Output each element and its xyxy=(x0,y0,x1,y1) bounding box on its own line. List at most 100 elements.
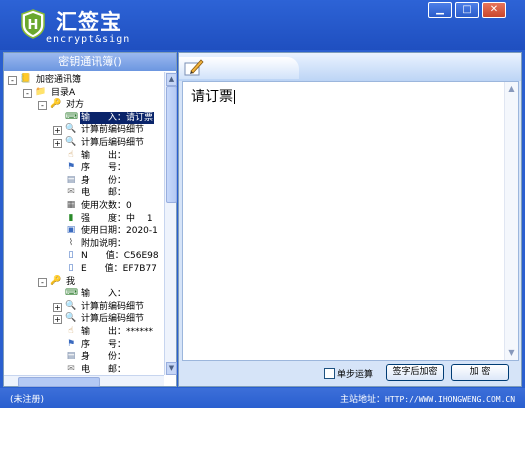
editor-vertical-scrollbar[interactable]: ▲ ▼ xyxy=(504,82,518,360)
magnifier-icon: 🔍 xyxy=(65,313,77,324)
tree-item[interactable]: 🔍 计算前编码细节 xyxy=(65,301,164,313)
encrypt-button[interactable]: 加 密 xyxy=(451,364,509,381)
minimize-button[interactable]: ▁ xyxy=(428,2,452,18)
tree-item-label: 强 度：中 1 xyxy=(81,213,153,224)
expand-toggle[interactable]: + xyxy=(53,302,62,312)
tree-item-label: 计算后编码细节 xyxy=(81,314,145,325)
single-step-label: 单步运算 xyxy=(337,370,374,380)
tree-item-label: 附加说明： xyxy=(81,238,127,249)
tree-item[interactable]: ⌨ 输 入：请订票 xyxy=(65,111,164,124)
calendar-icon: ▣ xyxy=(66,225,76,236)
text-caret xyxy=(234,90,235,104)
tree-item-label: 电 邮： xyxy=(81,188,127,199)
scroll-up-arrow-icon[interactable]: ▲ xyxy=(166,73,177,86)
tree-item[interactable]: ✉ 电 邮： xyxy=(65,364,164,376)
tree-item[interactable]: 🔑 对方 xyxy=(50,99,164,111)
address-book-tree[interactable]: - 📒 加密通讯簿 - 📁 目录A - 🔑 对方 ⌨ 输 入：请订票 + 🔍 计算前编码细节 + 🔍 计算后编码… xyxy=(4,72,164,376)
tree-item-label: 身 份： xyxy=(81,352,127,363)
tree-item-label: 对方 xyxy=(66,100,85,111)
tree-item[interactable]: ▦ 使用次数：0 xyxy=(65,200,164,212)
doc-icon: ▯ xyxy=(68,263,74,273)
input-icon: ⌨ xyxy=(65,111,78,122)
app-subtitle: encrypt&sign xyxy=(46,34,131,45)
tree-item[interactable]: ☝ 输 出： xyxy=(65,150,164,162)
expand-toggle[interactable]: + xyxy=(53,126,62,136)
tree-item[interactable]: 🔍 计算前编码细节 xyxy=(65,124,164,136)
tree-item[interactable]: ⌨ 输 入： xyxy=(65,288,164,300)
site-url[interactable]: HTTP://WWW.IHONGWENG.COM.CN xyxy=(385,395,515,404)
tree-item[interactable]: 🔑 我 xyxy=(50,276,164,288)
tree-item[interactable]: ▤ 身 份： xyxy=(65,351,164,363)
logo-letter: H xyxy=(28,18,39,33)
tree-item-label: 序 号： xyxy=(81,163,127,174)
tree-item[interactable]: ⚑ 序 号： xyxy=(65,339,164,351)
flag-icon: ⚑ xyxy=(66,162,76,173)
app-window: H 汇签宝 encrypt&sign ▁ □ ✕ 密钥通讯簿() - 📒 加密通讯簿… xyxy=(0,0,525,408)
tree-item[interactable]: 🔍 计算后编码细节 xyxy=(65,313,164,325)
tree-item-label: 电 邮： xyxy=(81,364,127,375)
pen-icon xyxy=(184,59,204,76)
registration-status: (未注册) xyxy=(10,395,45,405)
magnifier-icon: 🔍 xyxy=(65,124,77,135)
paperclip-icon: ⌇ xyxy=(68,237,74,248)
tree-item-label: 目录A xyxy=(51,87,76,98)
key-icon: 🔑 xyxy=(50,275,62,286)
address-book-panel: 密钥通讯簿() - 📒 加密通讯簿 - 📁 目录A - 🔑 对方 ⌨ 输 入：请订票 + 🔍 计算前编码细… xyxy=(3,52,177,387)
tree-item[interactable]: ⚑ 序 号： xyxy=(65,162,164,174)
tree-item-label: 计算后编码细节 xyxy=(81,138,145,148)
sign-then-encrypt-button[interactable]: 签字后加密 xyxy=(386,364,444,381)
tree-item[interactable]: ▣ 使用日期：2020-1 xyxy=(65,225,164,237)
mail-icon: ✉ xyxy=(67,363,75,374)
tree-horizontal-scrollbar[interactable] xyxy=(4,375,164,387)
tree-item[interactable]: 📒 加密通讯簿 xyxy=(20,74,164,86)
tree-item[interactable]: 🔍 计算后编码细节 xyxy=(65,137,164,149)
tree-item[interactable]: 📁 目录A xyxy=(35,87,164,99)
single-step-checkbox[interactable] xyxy=(324,368,335,379)
maximize-button[interactable]: □ xyxy=(455,2,479,18)
tree-item-label: 使用日期：2020-1 xyxy=(81,226,158,237)
title-bar[interactable]: H 汇签宝 encrypt&sign ▁ □ ✕ xyxy=(0,0,525,50)
tree-item-label: 输 入： xyxy=(81,289,127,300)
collapse-toggle[interactable]: - xyxy=(38,101,47,111)
hand-icon: ☝ xyxy=(68,326,74,336)
editor-scroll-up-icon[interactable]: ▲ xyxy=(507,84,516,93)
collapse-toggle[interactable]: - xyxy=(8,76,17,85)
strength-icon: ▮ xyxy=(68,212,74,223)
tree-item-label: E 值：EF7B77 xyxy=(81,264,157,274)
tree-item[interactable]: ☝ 输 出：****** xyxy=(65,326,164,338)
key-icon: 🔑 xyxy=(50,99,62,110)
scroll-down-arrow-icon[interactable]: ▼ xyxy=(166,362,177,375)
input-icon: ⌨ xyxy=(65,288,78,299)
tree-item[interactable]: ⌇ 附加说明： xyxy=(65,238,164,250)
editor-scroll-down-icon[interactable]: ▼ xyxy=(507,348,516,357)
app-title: 汇签宝 xyxy=(56,10,122,34)
collapse-toggle[interactable]: - xyxy=(23,88,32,98)
folder-icon: 📁 xyxy=(35,86,47,97)
hscroll-thumb[interactable] xyxy=(18,377,100,387)
address-book-header: 密钥通讯簿() xyxy=(4,53,176,71)
message-text[interactable]: 请订票 xyxy=(191,86,235,106)
action-bar: 单步运算 签字后加密 加 密 xyxy=(179,362,521,384)
tree-item-label: 序 号： xyxy=(81,339,127,350)
tree-item[interactable]: ▤ 身 份： xyxy=(65,175,164,187)
tree-item[interactable]: ▮ 强 度：中 1 xyxy=(65,213,164,225)
tree-item[interactable]: ✉ 电 邮： xyxy=(65,187,164,199)
id-card-icon: ▤ xyxy=(66,351,76,362)
editor-panel: 请订票 ▲ ▼ 单步运算 签字后加密 加 密 xyxy=(178,52,522,387)
status-bar: (未注册) 主站地址：HTTP://WWW.IHONGWENG.COM.CN xyxy=(0,388,525,408)
expand-toggle[interactable]: + xyxy=(53,315,62,325)
tree-vertical-scrollbar[interactable]: ▲ ▼ xyxy=(164,72,177,375)
tree-item-label: 输 入：请订票 xyxy=(80,111,155,124)
scroll-thumb[interactable] xyxy=(166,86,177,203)
tree-item-label: 输 出：****** xyxy=(81,327,154,337)
tree-item[interactable]: ▯ E 值：EF7B77 xyxy=(65,263,164,275)
logo-icon: H xyxy=(21,9,45,39)
magnifier-icon: 🔍 xyxy=(65,300,77,311)
expand-toggle[interactable]: + xyxy=(53,139,62,148)
close-button[interactable]: ✕ xyxy=(482,2,506,18)
tree-item[interactable]: ▯ N 值：C56E98 xyxy=(65,250,164,262)
message-editor[interactable]: 请订票 ▲ ▼ xyxy=(182,81,519,361)
tree-item-label: 计算前编码细节 xyxy=(81,125,145,136)
collapse-toggle[interactable]: - xyxy=(38,277,47,287)
hand-icon: ☝ xyxy=(68,149,74,160)
